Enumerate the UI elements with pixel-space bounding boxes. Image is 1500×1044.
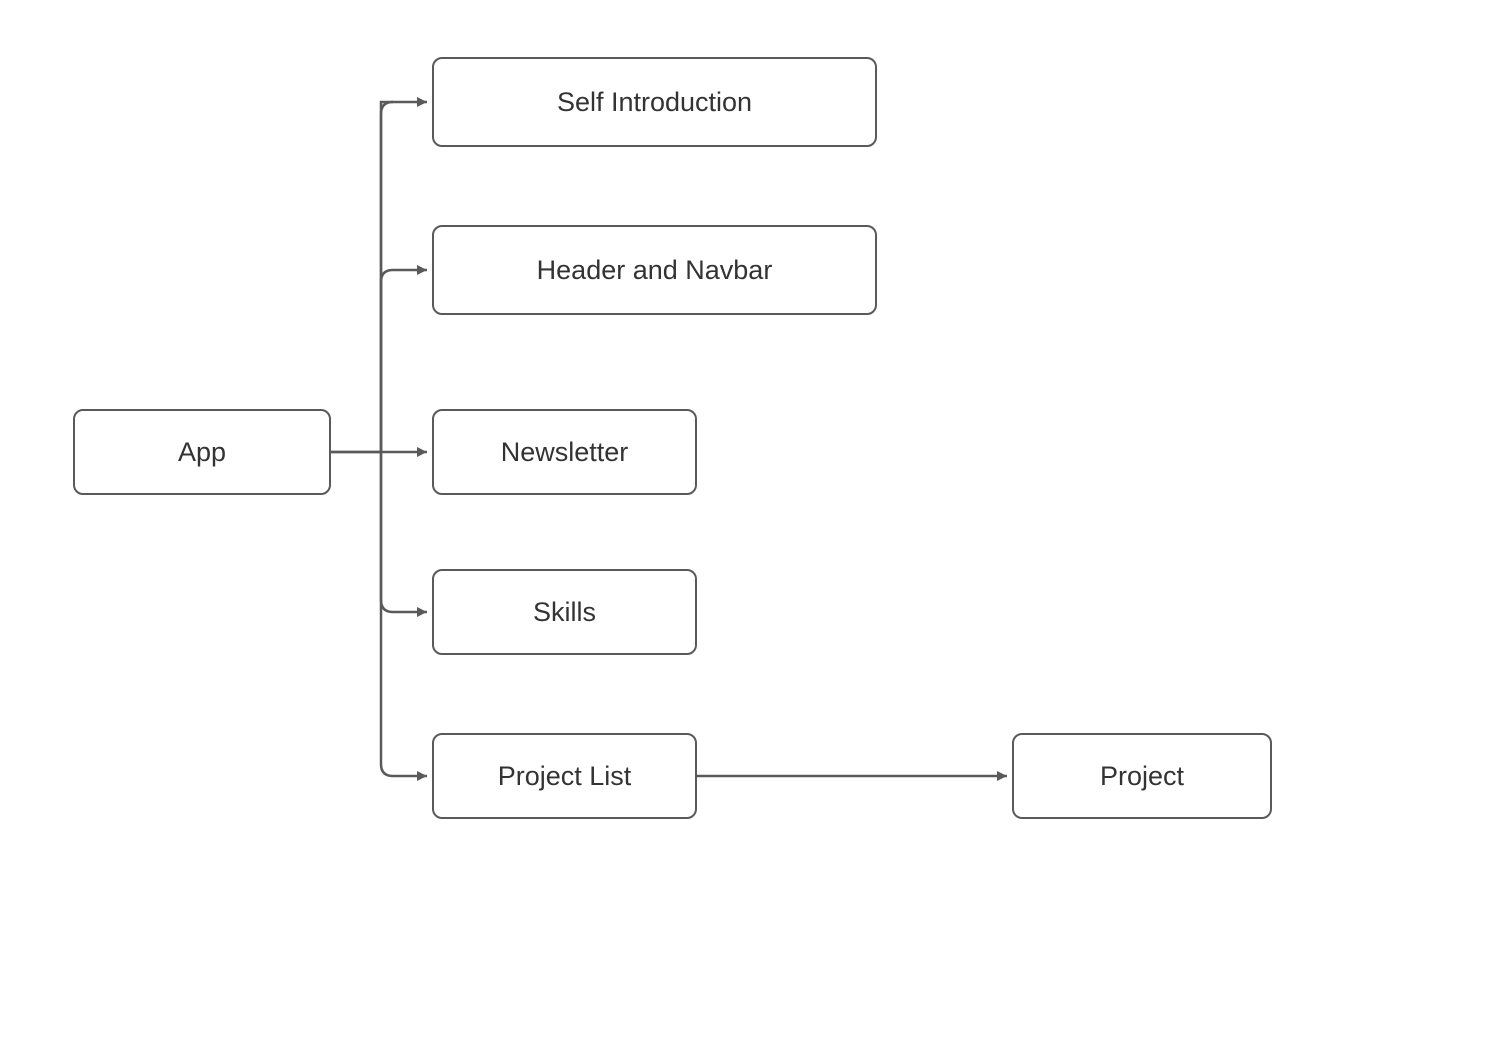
node-self-introduction: Self Introduction — [432, 57, 877, 147]
edge-app-skills — [381, 452, 427, 612]
edge-app-projectlist — [381, 452, 427, 776]
node-app: App — [73, 409, 331, 495]
node-header-navbar: Header and Navbar — [432, 225, 877, 315]
node-project-label: Project — [1100, 761, 1184, 792]
node-newsletter: Newsletter — [432, 409, 697, 495]
node-project-list-label: Project List — [498, 761, 632, 792]
node-project-list: Project List — [432, 733, 697, 819]
node-skills-label: Skills — [533, 597, 596, 628]
node-self-introduction-label: Self Introduction — [557, 87, 752, 118]
edge-curve-1 — [381, 102, 393, 452]
connectors-svg — [0, 0, 1500, 1044]
node-project: Project — [1012, 733, 1272, 819]
edge-app-selfintroduction — [331, 102, 427, 452]
node-header-navbar-label: Header and Navbar — [537, 255, 773, 286]
node-app-label: App — [178, 437, 226, 468]
edge-app-headernavbar — [381, 270, 427, 452]
node-skills: Skills — [432, 569, 697, 655]
diagram-container: App Self Introduction Header and Navbar … — [0, 0, 1500, 1044]
node-newsletter-label: Newsletter — [501, 437, 629, 468]
